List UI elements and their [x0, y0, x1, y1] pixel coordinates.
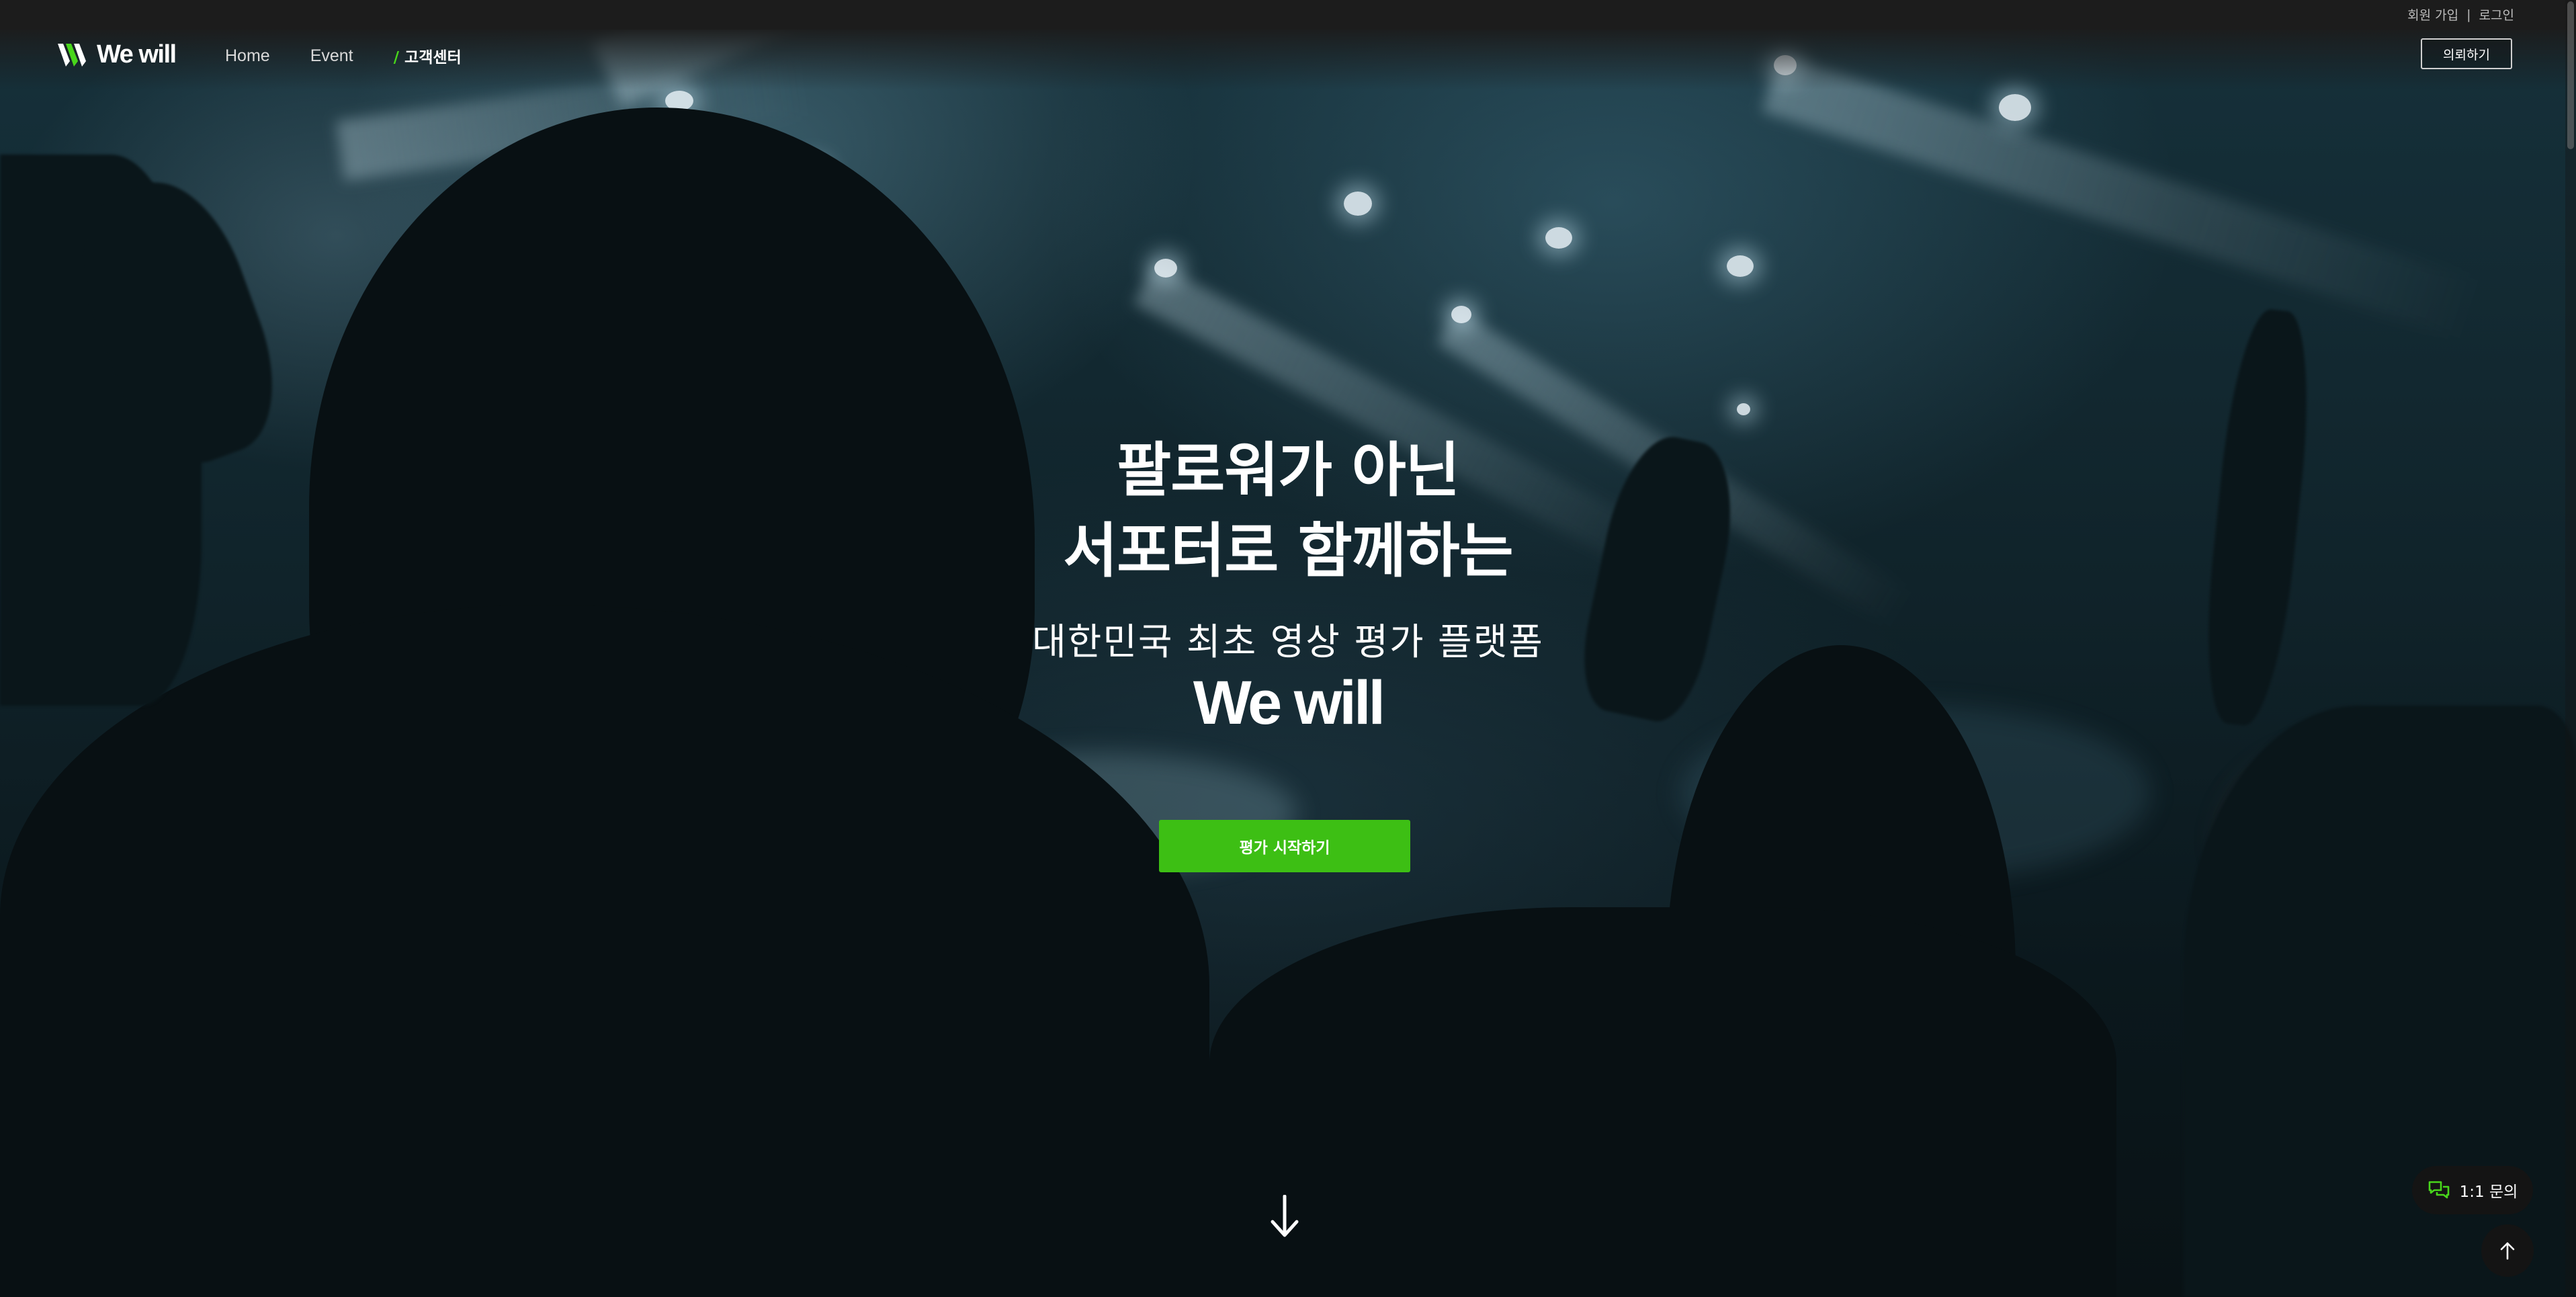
brand-logo[interactable]: We will [56, 40, 177, 69]
chat-inquiry-label: 1:1 문의 [2459, 1183, 2518, 1201]
nav-item-home[interactable]: Home [225, 46, 270, 66]
chat-inquiry-button[interactable]: 1:1 문의 [2412, 1166, 2533, 1214]
scrollbar-thumb[interactable] [2567, 1, 2574, 149]
arrow-up-icon [2500, 1242, 2515, 1260]
hero-section: 팔로워가 아닌 서포터로 함께하는 대한민국 최초 영상 평가 플랫폼 We w… [0, 430, 2576, 737]
wewill-logo-icon [58, 43, 86, 67]
arrow-down-icon[interactable] [1269, 1195, 1301, 1238]
nav-item-event[interactable]: Event [310, 46, 353, 66]
inquiry-button[interactable]: 의뢰하기 [2421, 38, 2512, 69]
hero-brand: We will [1193, 669, 1385, 737]
chat-bubbles-icon [2428, 1181, 2449, 1199]
utility-links: 회원 가입 | 로그인 [2407, 5, 2514, 24]
scroll-to-top-button[interactable] [2481, 1224, 2534, 1277]
hero-headline-line2: 서포터로 함께하는 [1063, 516, 1513, 585]
top-utility-bar [0, 0, 2576, 30]
hero-subtitle: 대한민국 최초 영상 평가 플랫폼 [1032, 620, 1544, 663]
brand-name: We will [97, 40, 177, 69]
start-evaluation-button[interactable]: 평가 시작하기 [1159, 820, 1410, 872]
login-link[interactable]: 로그인 [2479, 5, 2514, 24]
signup-link[interactable]: 회원 가입 [2407, 5, 2458, 24]
nav-item-customer-center[interactable]: / 고객센터 [394, 44, 462, 67]
nav-active-label: 고객센터 [404, 49, 462, 67]
utility-separator: | [2466, 7, 2471, 22]
page-scrollbar[interactable] [2565, 0, 2576, 1297]
main-nav: Home Event / 고객센터 [225, 44, 462, 67]
hero-headline-line1: 팔로워가 아닌 [1117, 435, 1459, 505]
nav-active-marker: / [393, 49, 400, 67]
